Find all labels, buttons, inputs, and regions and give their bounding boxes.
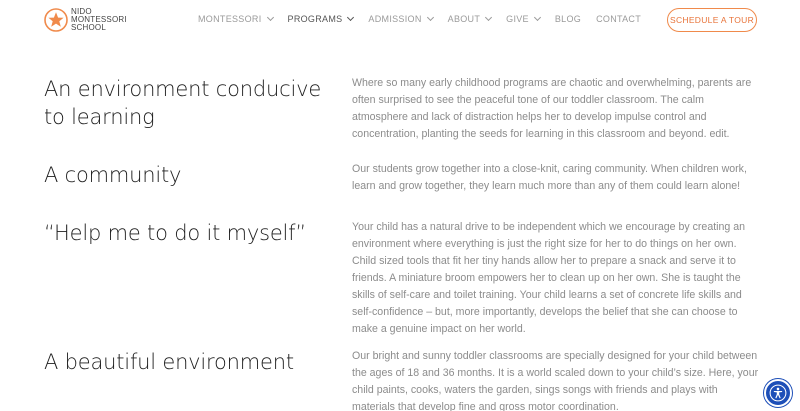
chevron-down-icon xyxy=(485,13,493,22)
section-body: Where so many early childhood programs a… xyxy=(352,77,752,140)
nav-item-about[interactable]: ABOUT xyxy=(447,13,493,24)
section-title: “Help me to do it myself” xyxy=(44,221,307,245)
nav-item-label: GIVE xyxy=(506,14,529,24)
logo-wordmark: NIDO MONTESSORI SCHOOL xyxy=(71,8,127,32)
nav-item-montessori[interactable]: MONTESSORI xyxy=(198,13,274,24)
nav-item-give[interactable]: GIVE xyxy=(506,13,541,24)
section-title: A community xyxy=(44,163,182,187)
nav-item-label: MONTESSORI xyxy=(198,14,262,24)
nav-item-label: PROGRAMS xyxy=(287,14,343,24)
nav-item-blog[interactable]: BLOG xyxy=(555,14,581,24)
section-body: Your child has a natural drive to be ind… xyxy=(352,221,746,335)
section-body: Our students grow together into a close-… xyxy=(352,163,747,192)
section-body: Our bright and sunny toddler classrooms … xyxy=(352,350,759,411)
accessibility-icon xyxy=(769,384,787,402)
nav-item-label: CONTACT xyxy=(596,14,642,24)
nav-item-label: BLOG xyxy=(554,14,582,24)
chevron-down-icon xyxy=(533,13,541,22)
chevron-down-icon xyxy=(426,13,434,22)
section-title: A beautiful environment xyxy=(44,350,294,374)
nav-item-contact[interactable]: CONTACT xyxy=(596,14,641,24)
star-logo-icon xyxy=(44,8,68,32)
nav-item-label: ADMISSION xyxy=(368,14,422,24)
accessibility-button[interactable] xyxy=(764,379,792,407)
nav-item-label: ABOUT xyxy=(447,14,481,24)
section-title: An environment conducive to learning xyxy=(44,77,322,129)
nav-item-admission[interactable]: ADMISSION xyxy=(368,13,434,24)
main-nav: MONTESSORI PROGRAMS ADMISSION ABOUT GIVE… xyxy=(198,13,656,24)
logo-line-3: SCHOOL xyxy=(71,23,106,32)
chevron-down-icon xyxy=(266,13,274,22)
chevron-down-icon xyxy=(347,13,355,22)
site-header: NIDO MONTESSORI SCHOOL MONTESSORI PROGRA… xyxy=(0,0,800,42)
nav-item-programs[interactable]: PROGRAMS xyxy=(287,13,355,24)
schedule-tour-button[interactable]: SCHEDULE A TOUR xyxy=(667,8,757,32)
site-logo[interactable]: NIDO MONTESSORI SCHOOL xyxy=(44,8,127,32)
